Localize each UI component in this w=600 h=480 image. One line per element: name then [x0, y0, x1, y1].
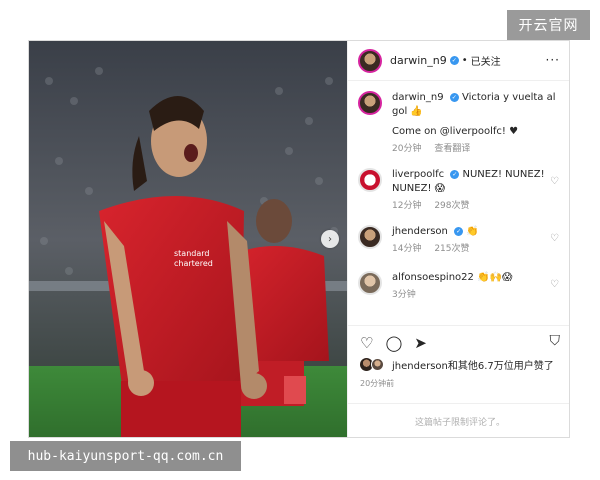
save-bookmark-icon[interactable]: ⛉ — [550, 333, 561, 349]
next-photo-button[interactable]: › — [321, 230, 339, 248]
liker-avatar — [371, 358, 384, 371]
more-options-icon[interactable]: ··· — [546, 53, 560, 67]
post-actions-bar: ♡ ◯ ➤ ⛉ — [348, 325, 569, 355]
comment-item: jhenderson ✓ 👏 14分钟 215次赞 ♡ — [358, 225, 563, 256]
comment-avatar[interactable] — [358, 225, 382, 249]
author-avatar[interactable] — [358, 48, 382, 73]
comment-time: 14分钟 — [392, 244, 422, 254]
caption-username[interactable]: darwin_n9 — [392, 92, 444, 103]
following-button[interactable]: 已关注 — [471, 53, 501, 68]
comment-likes[interactable]: 215次赞 — [434, 244, 469, 254]
watermark-top: 开云官网 — [507, 10, 590, 40]
likes-summary[interactable]: jhenderson和其他6.7万位用户赞了 — [360, 357, 554, 372]
comments-list: darwin_n9 ✓ Victoria y vuelta al gol 👍 C… — [348, 85, 569, 317]
instagram-post-card: standard chartered › darwin_n9 ✓ • 已关注 ·… — [28, 40, 570, 438]
verified-icon: ✓ — [449, 56, 459, 65]
comment-username[interactable]: liverpoolfc — [392, 169, 444, 180]
like-icon[interactable]: ♡ — [360, 336, 373, 351]
caption: darwin_n9 ✓ Victoria y vuelta al gol 👍 C… — [358, 91, 563, 156]
comment-avatar[interactable] — [358, 271, 382, 295]
comment-item: alfonsoespino22 👏🙌😱 3分钟 ♡ — [358, 271, 563, 302]
post-photo-image: standard chartered — [29, 41, 347, 437]
comment-like-icon[interactable]: ♡ — [550, 233, 559, 244]
likes-text[interactable]: jhenderson和其他6.7万位用户赞了 — [392, 357, 554, 372]
comment-avatar[interactable] — [358, 168, 382, 192]
comment-item: liverpoolfc ✓ NUNEZ! NUNEZ! NUNEZ! 😱 12分… — [358, 168, 563, 213]
author-username[interactable]: darwin_n9 — [390, 54, 447, 67]
caption-avatar[interactable] — [358, 91, 382, 115]
watermark-bottom: hub-kaiyunsport-qq.com.cn — [10, 441, 241, 471]
see-translation-link[interactable]: 查看翻译 — [434, 144, 470, 154]
comments-limited-notice: 这篇帖子限制评论了。 — [348, 403, 569, 437]
caption-time: 20分钟 — [392, 144, 422, 154]
header-separator: • — [461, 55, 468, 66]
page: 开云官网 standard chartered › darwin_n9 ✓ • … — [0, 0, 600, 480]
comment-like-icon[interactable]: ♡ — [550, 176, 559, 187]
verified-icon: ✓ — [454, 226, 464, 236]
svg-text:chartered: chartered — [174, 259, 213, 268]
verified-icon: ✓ — [449, 92, 459, 102]
post-side-panel: darwin_n9 ✓ • 已关注 ··· darwin_n9 ✓ Victor… — [347, 41, 569, 437]
comment-likes[interactable]: 298次赞 — [434, 201, 469, 211]
post-header: darwin_n9 ✓ • 已关注 ··· — [348, 41, 569, 81]
comment-text: 👏🙌😱 — [477, 272, 513, 283]
caption-line-2: Come on @liverpoolfc! ♥ — [392, 126, 519, 137]
comment-username[interactable]: alfonsoespino22 — [392, 272, 474, 283]
comment-like-icon[interactable]: ♡ — [550, 279, 559, 290]
comment-time: 12分钟 — [392, 201, 422, 211]
share-icon[interactable]: ➤ — [414, 336, 427, 351]
comment-icon[interactable]: ◯ — [385, 336, 402, 351]
verified-icon: ✓ — [450, 169, 460, 179]
post-photo[interactable]: standard chartered › — [29, 41, 347, 437]
post-timestamp: 20分钟前 — [360, 379, 395, 388]
comment-text: 👏 — [466, 226, 479, 237]
comment-username[interactable]: jhenderson — [392, 226, 448, 237]
comment-time: 3分钟 — [392, 290, 416, 300]
svg-text:standard: standard — [174, 249, 209, 258]
